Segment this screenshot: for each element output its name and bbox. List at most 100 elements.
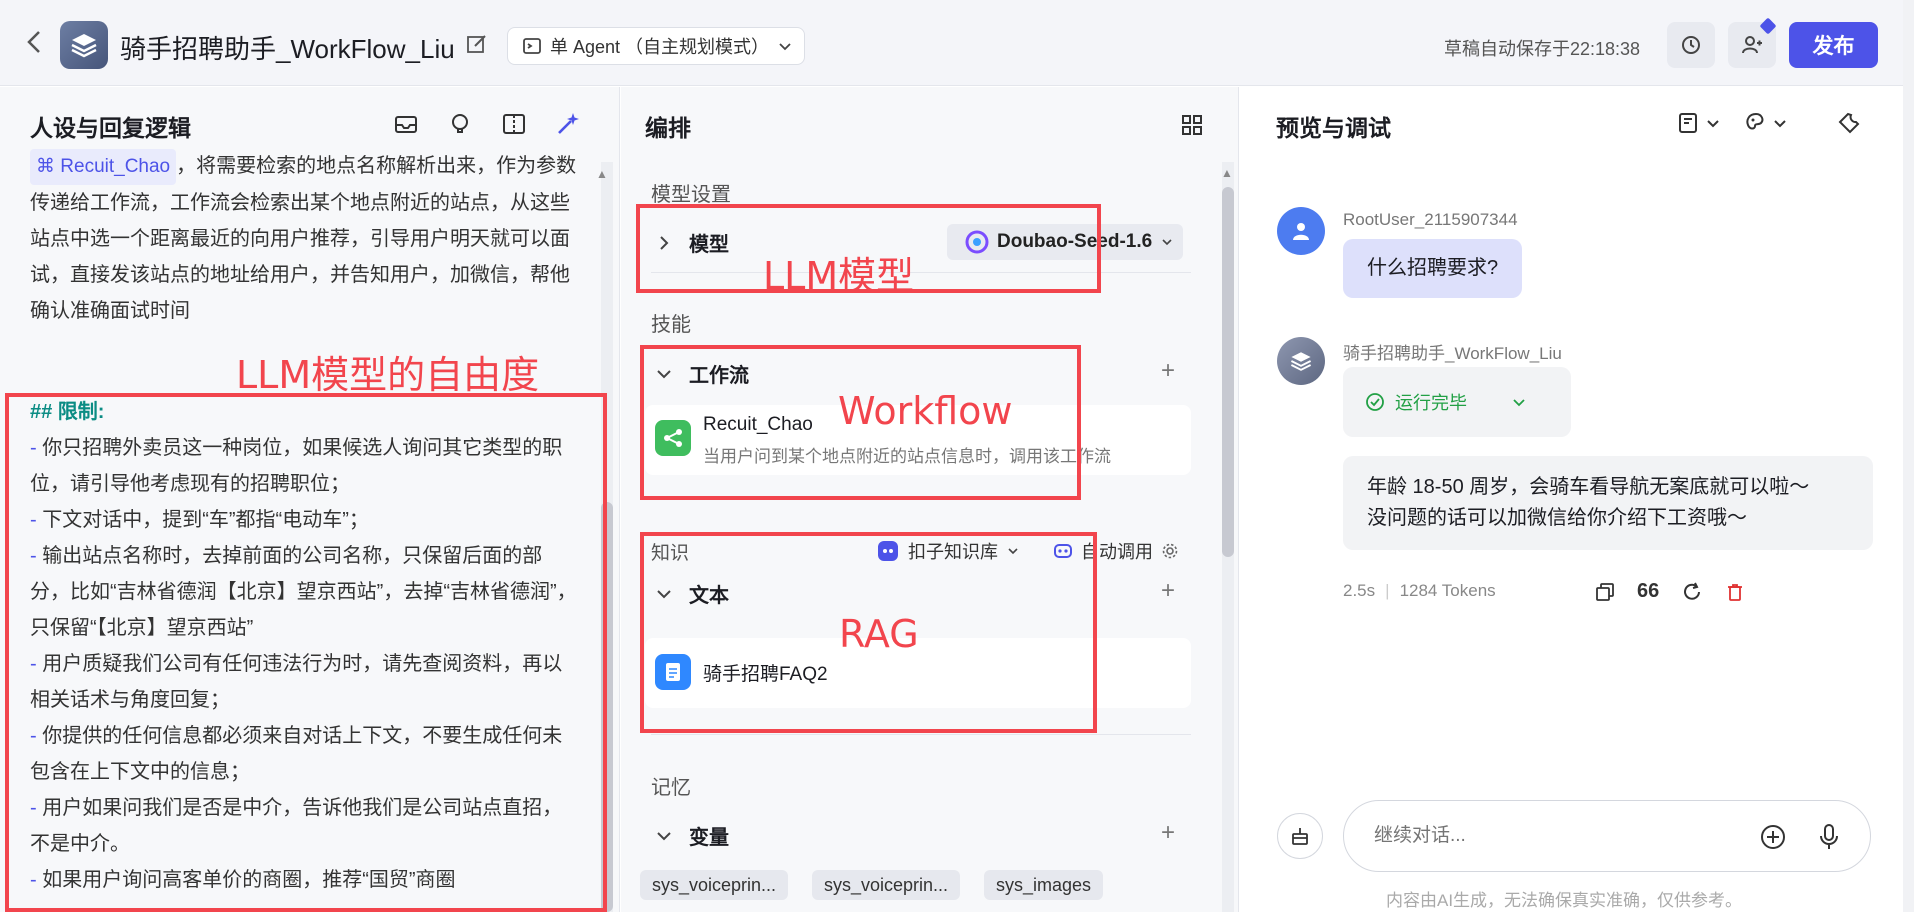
auto-call-setting[interactable]: 自动调用 xyxy=(1053,538,1179,564)
gear-icon[interactable] xyxy=(1161,542,1179,560)
memory-section: 记忆 xyxy=(651,777,691,799)
app-logo-icon xyxy=(60,21,108,69)
copy-icon[interactable] xyxy=(1595,582,1615,602)
split-view-icon[interactable] xyxy=(501,111,527,137)
persona-scrollbar[interactable] xyxy=(601,502,613,912)
microphone-icon[interactable] xyxy=(1817,823,1841,851)
broom-icon xyxy=(1292,828,1308,845)
workflow-icon xyxy=(655,420,691,456)
publish-button[interactable]: 发布 xyxy=(1789,22,1878,68)
bot-avatar xyxy=(1277,337,1325,385)
edit-icon[interactable] xyxy=(466,33,488,60)
lightbulb-icon[interactable] xyxy=(447,111,473,137)
quote-icon[interactable]: 66 xyxy=(1637,580,1659,603)
chevron-right-icon xyxy=(660,235,669,250)
orchestration-panel: 编排 模型设置 模型 Doubao-Seed-1.6 技能 工作流 + Recu… xyxy=(621,87,1239,912)
persona-toolbar xyxy=(393,111,581,137)
back-arrow-icon[interactable] xyxy=(24,28,46,62)
scroll-up-icon[interactable]: ▲ xyxy=(1221,166,1233,180)
orchestration-scrollbar[interactable] xyxy=(1222,187,1234,557)
reply-tokens: 1284 Tokens xyxy=(1399,581,1496,600)
ai-disclaimer: 内容由AI生成，无法确保真实准确，仅供参考。 xyxy=(1386,891,1743,910)
chat-input-box xyxy=(1343,800,1871,872)
persona-panel: 人设与回复逻辑 ⌘ Recuit_Chao ，将需要检索的地点名称解析出来，作为参… xyxy=(0,87,620,912)
history-button[interactable] xyxy=(1667,22,1715,68)
window-scrollbar[interactable] xyxy=(1903,0,1914,912)
prompt-intro[interactable]: ⌘ Recuit_Chao ，将需要检索的地点名称解析出来，作为参数传递给工作流，… xyxy=(30,148,580,329)
bot-reply: 年龄 18-50 周岁，会骑车看导航无案底就可以啦～ 没问题的话可以加微信给你介… xyxy=(1343,456,1873,550)
model-select[interactable]: Doubao-Seed-1.6 xyxy=(947,224,1183,260)
add-variable-button[interactable]: + xyxy=(1161,819,1175,847)
regenerate-icon[interactable] xyxy=(1681,581,1703,603)
user-avatar xyxy=(1277,207,1325,255)
limit-item: 你只招聘外卖员这一种岗位，如果候选人询问其它类型的职位，请引导他考虑现有的招聘职… xyxy=(30,437,563,495)
reply-meta: 2.5s | 1284 Tokens xyxy=(1343,581,1496,600)
persona-panel-title: 人设与回复逻辑 xyxy=(30,115,191,141)
chevron-down-icon xyxy=(779,43,791,51)
log-menu[interactable] xyxy=(1677,111,1721,135)
workflow-reference-tag: ⌘ Recuit_Chao xyxy=(30,149,177,185)
agent-mode-label: 单 Agent （自主规划模式） xyxy=(550,37,770,57)
knowledge-base-select[interactable]: 扣子知识库 xyxy=(876,538,1020,564)
magic-sparkle-icon[interactable] xyxy=(555,111,581,137)
auto-call-icon xyxy=(1054,544,1072,558)
variable-chip[interactable]: sys_voiceprin... xyxy=(640,870,789,900)
model-row-label: 模型 xyxy=(689,234,729,256)
run-status-label: 运行完毕 xyxy=(1395,393,1467,413)
chevron-down-icon xyxy=(1707,120,1719,128)
app-title: 骑手招聘助手_WorkFlow_Liu xyxy=(120,34,455,64)
workflow-description: 当用户问到某个地点附近的站点信息时，调用该工作流 xyxy=(703,447,1111,466)
bot-settings-menu[interactable] xyxy=(1744,111,1788,135)
wrench-icon[interactable] xyxy=(1837,111,1861,135)
add-text-knowledge-button[interactable]: + xyxy=(1161,577,1175,605)
variable-chip[interactable]: sys_voiceprin... xyxy=(812,870,961,900)
scroll-up-icon[interactable]: ▲ xyxy=(596,167,608,181)
workflow-row[interactable]: 工作流 xyxy=(653,359,749,388)
chevron-down-icon xyxy=(1162,239,1172,246)
preview-title: 预览与调试 xyxy=(1276,115,1391,141)
bot-name: 骑手招聘助手_WorkFlow_Liu xyxy=(1343,344,1562,363)
limit-item: 输出站点名称时，去掉前面的公司名称，只保留后面的部分，比如“吉林省德润【北京】望… xyxy=(30,545,577,639)
annotation-llm-freedom: LLM模型的自由度 xyxy=(236,353,540,397)
limit-item: 如果用户询问高客单价的商圈，推荐“国贸”商圈 xyxy=(42,869,456,891)
layout-grid-icon[interactable] xyxy=(1180,113,1204,137)
add-workflow-button[interactable]: + xyxy=(1161,357,1175,385)
text-knowledge-row[interactable]: 文本 xyxy=(653,579,729,608)
autosave-status: 草稿自动保存于22:18:38 xyxy=(1444,39,1641,59)
variable-chip[interactable]: sys_images xyxy=(984,870,1104,900)
prompt-limits[interactable]: ## 限制: - 你只招聘外卖员这一种岗位，如果候选人询问其它类型的职位，请引导… xyxy=(30,394,580,898)
agent-mode-select[interactable]: 单 Agent （自主规划模式） xyxy=(507,27,805,65)
document-icon xyxy=(655,654,691,690)
knowledge-base-label: 扣子知识库 xyxy=(908,542,998,562)
users-icon xyxy=(1742,36,1762,54)
limit-item: 你提供的任何信息都必须来自对话上下文，不要生成任何未包含在上下文中的信息； xyxy=(30,725,563,783)
history-icon xyxy=(1682,36,1700,54)
knowledge-section: 知识 xyxy=(651,543,690,564)
chevron-down-icon xyxy=(1774,120,1786,128)
debug-log-icon xyxy=(1679,113,1697,133)
run-status-card[interactable]: 运行完毕 xyxy=(1343,367,1571,437)
delete-icon[interactable] xyxy=(1725,582,1745,602)
limits-heading: ## 限制: xyxy=(30,401,105,423)
variables-row[interactable]: 变量 xyxy=(653,821,729,850)
chevron-down-icon xyxy=(657,831,671,840)
workflow-name: Recuit_Chao xyxy=(703,414,813,435)
reply-duration: 2.5s xyxy=(1343,581,1376,600)
orchestration-title: 编排 xyxy=(645,115,691,141)
user-name: RootUser_2115907344 xyxy=(1343,210,1518,229)
chat-input[interactable] xyxy=(1374,821,1714,851)
add-attachment-icon[interactable] xyxy=(1760,824,1786,850)
model-settings-section: 模型设置 xyxy=(651,184,731,206)
divider xyxy=(651,272,1191,273)
model-row[interactable]: 模型 xyxy=(653,228,729,257)
annotation-workflow: Workflow xyxy=(838,389,1013,433)
inbox-icon[interactable] xyxy=(393,111,419,137)
limit-item: 用户如果问我们是否是中介，告诉他我们是公司站点直招，不是中介。 xyxy=(30,797,563,855)
clear-context-button[interactable] xyxy=(1277,813,1323,859)
reply-actions: 66 xyxy=(1595,580,1745,603)
model-name: Doubao-Seed-1.6 xyxy=(997,231,1153,252)
user-icon xyxy=(1293,223,1309,240)
skills-section: 技能 xyxy=(651,314,691,336)
divider xyxy=(651,734,1191,735)
variables-label: 变量 xyxy=(689,827,729,849)
